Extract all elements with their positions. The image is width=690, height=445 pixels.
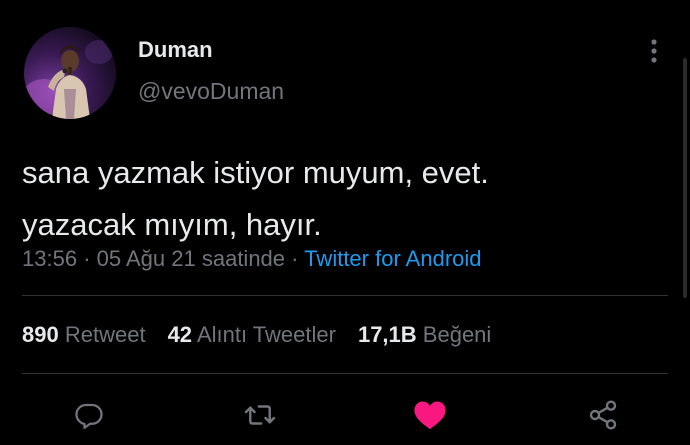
avatar[interactable] [24,27,116,119]
like-count: 17,1B [357,322,417,347]
like-button[interactable] [410,395,450,435]
retweet-icon [244,405,276,425]
reply-button[interactable] [69,395,109,435]
avatar-image [24,27,116,119]
retweet-stat[interactable]: 890 Retweet [22,322,146,347]
more-options-icon[interactable] [644,36,664,66]
retweet-label: Retweet [64,322,146,347]
tweet-date[interactable]: 05 Ağu 21 saatinde [97,246,285,271]
divider [22,295,668,296]
quote-count: 42 [167,322,193,347]
scrollbar[interactable] [683,58,687,298]
reply-icon [75,403,103,429]
divider [22,373,668,374]
tweet-source-link[interactable]: Twitter for Android [304,246,481,271]
tweet-stats: 890 Retweet 42 Alıntı Tweetler 17,1B Beğen… [22,322,491,348]
tweet-text-line-2: yazacak mıyım, hayır. [22,207,322,242]
share-icon [589,400,617,430]
tweet-time[interactable]: 13:56 [22,246,77,271]
quote-stat[interactable]: 42 Alıntı Tweetler [168,322,336,347]
like-icon [414,401,446,430]
like-stat[interactable]: 17,1B Beğeni [358,322,491,347]
tweet-text-line-1: sana yazmak istiyor muyum, evet. [22,155,489,190]
author-handle[interactable]: @vevoDuman [138,78,284,105]
quote-label: Alıntı Tweetler [196,322,336,347]
author-display-name[interactable]: Duman [138,37,213,63]
tweet-meta: 13:56 · 05 Ağu 21 saatinde · Twitter for… [22,246,482,272]
meta-separator: · [83,246,91,271]
meta-separator: · [291,246,299,271]
retweet-button[interactable] [240,395,280,435]
like-label: Beğeni [422,322,492,347]
retweet-count: 890 [22,322,59,347]
share-button[interactable] [583,395,623,435]
tweet-text: sana yazmak istiyor muyum, evet. yazacak… [22,147,672,251]
